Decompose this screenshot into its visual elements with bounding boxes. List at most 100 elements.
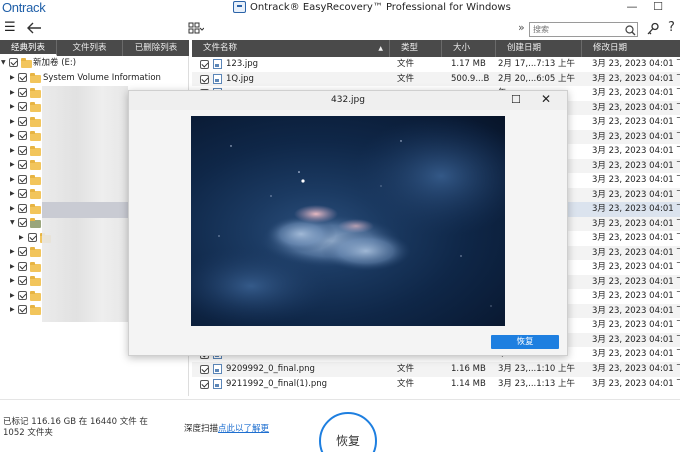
tree-checkbox[interactable] <box>18 204 27 213</box>
expand-arrow-icon[interactable]: ▶ <box>10 173 15 187</box>
table-row[interactable]: 123.jpg 文件 1.17 MB 2月 17,...7:13 上午 3月 23, 2… <box>192 57 680 72</box>
table-row[interactable]: 9209992_0_final.png 文件 1.16 MB 3月 23,...1:1… <box>192 362 680 377</box>
tree-checkbox[interactable] <box>18 117 27 126</box>
row-checkbox[interactable] <box>200 74 209 84</box>
column-header-type[interactable]: 类型 <box>390 40 442 57</box>
expand-arrow-icon[interactable]: ▼ <box>1 56 6 70</box>
folder-icon <box>30 291 41 301</box>
expand-chevron-icon[interactable]: » <box>518 21 525 34</box>
tree-checkbox[interactable] <box>18 262 27 271</box>
cell-created: 2月 17,...7:13 上午 <box>498 59 576 69</box>
folder-icon <box>30 175 41 185</box>
tree-checkbox[interactable] <box>18 189 27 198</box>
dialog-recover-button[interactable]: 恢复 <box>491 335 559 349</box>
tree-checkbox[interactable] <box>28 233 37 242</box>
key-icon[interactable] <box>646 22 660 36</box>
cell-modified: 3月 23, 2023 04:01 下午 <box>592 131 680 142</box>
help-icon[interactable]: ? <box>668 20 675 35</box>
table-row[interactable]: 1Q.jpg 文件 500.9...B 2月 20,...6:05 上午 3月 23, … <box>192 71 680 86</box>
folder-icon <box>30 131 41 141</box>
tree-checkbox[interactable] <box>18 102 27 111</box>
expand-arrow-icon[interactable]: ▶ <box>10 115 15 129</box>
tree-checkbox[interactable] <box>18 218 27 227</box>
app-window: Ontrack Ontrack® EasyRecovery™ Professio… <box>0 0 680 452</box>
minimize-button[interactable]: — <box>622 0 642 14</box>
column-header-modified[interactable]: 修改日期 <box>582 40 680 57</box>
row-checkbox[interactable] <box>200 60 209 69</box>
cell-modified: 3月 23, 2023 04:01 下午 <box>592 334 680 345</box>
cell-size: 1.16 MB <box>451 364 486 374</box>
image-file-icon <box>213 378 222 389</box>
tree-checkbox[interactable] <box>18 276 27 285</box>
tree-item-volume-e[interactable]: ▼ 新加卷 (E:) <box>0 56 189 70</box>
search-icon[interactable] <box>625 25 636 36</box>
expand-arrow-icon[interactable]: ▶ <box>10 303 15 317</box>
tree-checkbox[interactable] <box>18 146 27 155</box>
table-row[interactable]: 9211992_0_final(1).png 文件 1.14 MB 3月 23,...… <box>192 377 680 392</box>
expand-arrow-icon[interactable]: ▶ <box>10 71 15 85</box>
cell-type: 文件 <box>397 364 415 374</box>
expand-arrow-icon[interactable]: ▶ <box>10 202 15 216</box>
tree-checkbox[interactable] <box>18 291 27 300</box>
expand-arrow-icon[interactable]: ▶ <box>10 274 15 288</box>
view-grid-icon[interactable] <box>188 22 204 34</box>
cell-modified: 3月 23, 2023 04:01 下午 <box>592 189 680 200</box>
row-checkbox[interactable] <box>200 365 209 374</box>
expand-arrow-icon[interactable]: ▶ <box>10 86 15 100</box>
selection-summary: 已标记 116.16 GB 在 16440 文件 在 1052 文件夹 <box>3 417 163 439</box>
back-arrow-icon[interactable] <box>26 22 42 34</box>
search-input[interactable] <box>530 23 620 36</box>
tree-item-label: 新加卷 (E:) <box>33 58 77 68</box>
tree-checkbox[interactable] <box>18 73 27 82</box>
cell-modified: 3月 23, 2023 04:01 下午 <box>592 233 680 243</box>
folder-icon <box>30 160 41 170</box>
tree-checkbox[interactable] <box>18 305 27 314</box>
tree-checkbox[interactable] <box>18 175 27 184</box>
expand-arrow-icon[interactable]: ▶ <box>10 260 15 274</box>
cell-name: 123.jpg <box>226 59 259 69</box>
cell-created: 2月 20,...6:05 上午 <box>498 73 576 84</box>
cell-size: 1.17 MB <box>451 59 486 69</box>
tree-checkbox[interactable] <box>9 58 18 67</box>
tab-file-list[interactable]: 文件列表 <box>57 40 123 56</box>
tree-checkbox[interactable] <box>18 247 27 256</box>
folder-icon <box>21 58 32 68</box>
maximize-button[interactable]: ☐ <box>648 0 668 14</box>
expand-arrow-icon[interactable]: ▶ <box>10 144 15 158</box>
cell-modified: 3月 23, 2023 04:01 下午 <box>592 218 680 229</box>
cell-modified: 3月 23, 2023 04:01 下午 <box>592 73 680 84</box>
column-header-size[interactable]: 大小 <box>442 40 496 57</box>
title-bar: Ontrack Ontrack® EasyRecovery™ Professio… <box>0 0 680 16</box>
search-box <box>529 22 638 37</box>
cell-modified: 3月 23, 2023 04:01 下午 <box>592 291 680 301</box>
folder-icon <box>30 88 41 98</box>
folder-icon <box>30 204 41 214</box>
expand-arrow-icon[interactable]: ▶ <box>19 231 24 245</box>
cell-type: 文件 <box>397 73 415 84</box>
cell-modified: 3月 23, 2023 04:01 下午 <box>592 320 680 330</box>
tree-checkbox[interactable] <box>18 160 27 169</box>
collapse-arrow-icon[interactable]: ▼ <box>10 216 15 230</box>
tree-checkbox[interactable] <box>18 131 27 140</box>
column-header-name[interactable]: 文件名称 ▲ <box>192 40 390 57</box>
dialog-maximize-button[interactable]: ☐ <box>511 93 521 106</box>
expand-arrow-icon[interactable]: ▶ <box>10 187 15 201</box>
expand-arrow-icon[interactable]: ▶ <box>10 129 15 143</box>
expand-arrow-icon[interactable]: ▶ <box>10 100 15 114</box>
cell-modified: 3月 23, 2023 04:01 下午 <box>592 305 680 316</box>
deep-scan-link[interactable]: 点此以了解更 <box>218 424 269 434</box>
menu-icon[interactable]: ☰ <box>4 21 16 35</box>
column-header-created[interactable]: 创建日期 <box>496 40 582 57</box>
tab-deleted-list[interactable]: 已删除列表 <box>123 40 189 56</box>
starry-sky-clouds-image <box>191 116 505 326</box>
row-checkbox[interactable] <box>200 379 209 389</box>
expand-arrow-icon[interactable]: ▶ <box>10 289 15 303</box>
window-app-icon <box>233 1 246 13</box>
tree-item-system-volume-information[interactable]: ▶ System Volume Information <box>0 71 189 85</box>
folder-icon <box>30 276 41 286</box>
expand-arrow-icon[interactable]: ▶ <box>10 245 15 259</box>
tree-checkbox[interactable] <box>18 88 27 97</box>
tab-classic-list[interactable]: 经典列表 <box>0 40 57 56</box>
dialog-close-button[interactable]: ✕ <box>541 92 551 106</box>
expand-arrow-icon[interactable]: ▶ <box>10 158 15 172</box>
